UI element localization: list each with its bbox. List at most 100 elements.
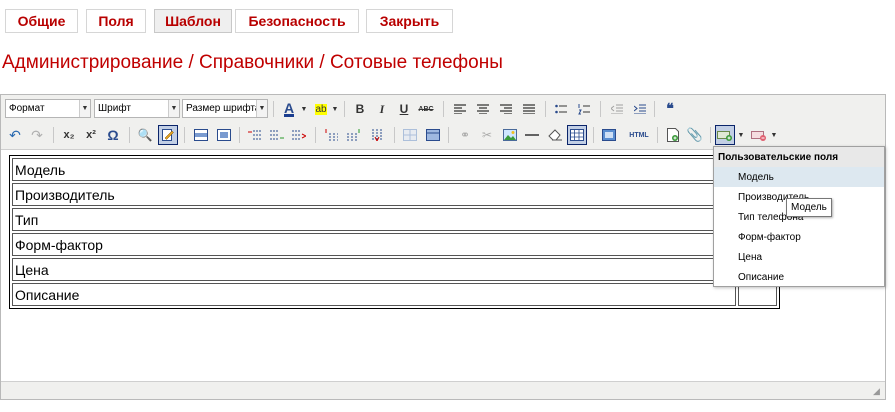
eraser-icon: [548, 129, 562, 141]
align-justify-button[interactable]: [519, 99, 539, 119]
highlight-arrow[interactable]: ▼: [330, 99, 340, 119]
field-label-cell[interactable]: Цена: [12, 258, 736, 281]
link-button[interactable]: ⚭: [455, 125, 475, 145]
indent-button[interactable]: [630, 99, 650, 119]
highlight-color-button[interactable]: ab: [311, 99, 331, 119]
menu-item-price[interactable]: Цена: [714, 247, 884, 267]
delete-row-button[interactable]: [289, 125, 309, 145]
field-label-cell[interactable]: Описание: [12, 283, 736, 306]
col-before-icon: [325, 129, 338, 141]
table-row[interactable]: Модель: [12, 158, 777, 181]
tab-general[interactable]: Общие: [5, 9, 78, 33]
table-row[interactable]: Форм-фактор: [12, 233, 777, 256]
editor-content[interactable]: Модель Производитель Тип Форм-фактор Цен…: [9, 155, 780, 309]
table-row[interactable]: Цена: [12, 258, 777, 281]
text-color-arrow[interactable]: ▼: [299, 99, 309, 119]
table-row-icon: [194, 129, 208, 141]
table-row[interactable]: Тип: [12, 208, 777, 231]
format-select[interactable]: Формат ▼: [5, 99, 91, 118]
tab-security[interactable]: Безопасность: [235, 9, 359, 33]
binoculars-icon: 🔍: [137, 128, 153, 142]
blockquote-button[interactable]: ❝: [660, 99, 680, 119]
field-label-cell[interactable]: Производитель: [12, 183, 736, 206]
add-field-icon: [717, 131, 732, 141]
size-select[interactable]: Размер шрифта ▼: [182, 99, 268, 118]
italic-button[interactable]: I: [372, 99, 392, 119]
table-row[interactable]: Описание: [12, 283, 777, 306]
text-color-button[interactable]: A: [279, 99, 299, 119]
custom-fields-arrow[interactable]: ▼: [736, 125, 746, 145]
align-right-button[interactable]: [496, 99, 516, 119]
image-icon: [503, 129, 517, 141]
numbered-list-icon: [578, 103, 590, 114]
tab-close[interactable]: Закрыть: [366, 9, 453, 33]
edit-source-button[interactable]: [158, 125, 178, 145]
align-justify-icon: [523, 104, 535, 114]
bullet-list-icon: [555, 104, 567, 113]
align-left-button[interactable]: [450, 99, 470, 119]
editor-statusbar: ◢: [1, 381, 885, 399]
table-row[interactable]: Производитель: [12, 183, 777, 206]
delete-col-button[interactable]: [367, 125, 387, 145]
row-after-button[interactable]: [267, 125, 287, 145]
attach-button[interactable]: 📎: [685, 125, 705, 145]
field-label-cell[interactable]: Форм-фактор: [12, 233, 736, 256]
field-label-cell[interactable]: Модель: [12, 158, 736, 181]
visual-aid-button[interactable]: [567, 125, 587, 145]
highlight-icon: ab: [315, 103, 327, 115]
split-cells-icon: [403, 129, 417, 141]
strikethrough-button[interactable]: ABC: [416, 99, 436, 119]
resize-handle-icon[interactable]: ◢: [873, 387, 883, 397]
outdent-button[interactable]: [607, 99, 627, 119]
custom-fields-button[interactable]: [715, 125, 735, 145]
template-table[interactable]: Модель Производитель Тип Форм-фактор Цен…: [9, 155, 780, 309]
bold-button[interactable]: B: [350, 99, 370, 119]
tooltip: Модель: [786, 198, 832, 217]
col-after-icon: [347, 129, 360, 141]
menu-item-description[interactable]: Описание: [714, 267, 884, 287]
row-after-icon: [270, 130, 284, 140]
image-button[interactable]: [500, 125, 520, 145]
redo-icon: ↷: [31, 126, 43, 143]
menu-item-model[interactable]: Модель: [714, 167, 884, 187]
font-select-label: Шрифт: [98, 103, 131, 114]
superscript-button[interactable]: x²: [81, 125, 101, 145]
split-cells-button[interactable]: [400, 125, 420, 145]
undo-button[interactable]: ↶: [5, 125, 25, 145]
merge-cells-button[interactable]: [423, 125, 443, 145]
table-props-button[interactable]: [214, 125, 234, 145]
remove-field-arrow[interactable]: ▼: [769, 125, 779, 145]
delete-col-icon: [372, 129, 382, 141]
chevron-down-icon: ▼: [168, 100, 179, 117]
font-select[interactable]: Шрифт ▼: [94, 99, 180, 118]
template-button[interactable]: [663, 125, 683, 145]
cleanup-button[interactable]: [545, 125, 565, 145]
field-label-cell[interactable]: Тип: [12, 208, 736, 231]
align-center-button[interactable]: [473, 99, 493, 119]
align-center-icon: [477, 104, 489, 114]
subscript-button[interactable]: x₂: [59, 125, 79, 145]
text-color-icon: A: [283, 99, 295, 117]
menu-title: Пользовательские поля: [714, 147, 884, 167]
col-after-button[interactable]: [344, 125, 364, 145]
col-before-button[interactable]: [321, 125, 341, 145]
media-button[interactable]: [599, 125, 619, 145]
row-before-icon: [248, 130, 262, 140]
remove-field-button[interactable]: [749, 125, 769, 145]
row-before-button[interactable]: [245, 125, 265, 145]
hr-button[interactable]: [522, 125, 542, 145]
numbered-list-button[interactable]: [574, 99, 594, 119]
underline-button[interactable]: U: [394, 99, 414, 119]
unlink-button[interactable]: ✂: [477, 125, 497, 145]
insert-row-button[interactable]: [191, 125, 211, 145]
find-button[interactable]: 🔍: [135, 125, 155, 145]
link-icon: ⚭: [459, 128, 471, 142]
tab-fields[interactable]: Поля: [86, 9, 146, 33]
paperclip-icon: 📎: [686, 127, 704, 142]
special-char-button[interactable]: Ω: [103, 125, 123, 145]
bullet-list-button[interactable]: [551, 99, 571, 119]
html-source-button[interactable]: HTML: [625, 125, 653, 145]
menu-item-form-factor[interactable]: Форм-фактор: [714, 227, 884, 247]
tab-template[interactable]: Шаблон: [154, 9, 232, 33]
redo-button[interactable]: ↷: [27, 125, 47, 145]
